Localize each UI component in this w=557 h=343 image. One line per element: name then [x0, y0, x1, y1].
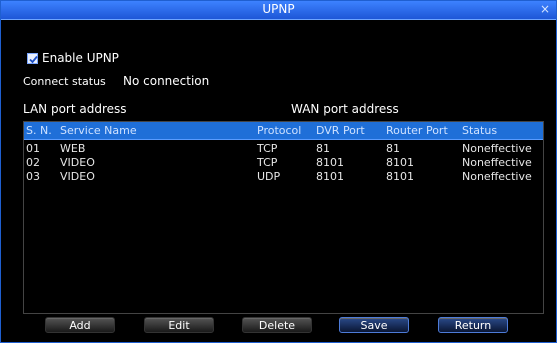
cell-service-name: VIDEO	[60, 156, 95, 169]
cell-dvr-port: 8101	[316, 170, 344, 183]
return-button[interactable]: Return	[438, 317, 508, 333]
add-button[interactable]: Add	[45, 317, 115, 333]
cell-protocol: UDP	[257, 170, 281, 183]
header-sn: S. N.	[26, 124, 52, 137]
upnp-port-table[interactable]: S. N. Service Name Protocol DVR Port Rou…	[23, 121, 544, 314]
cell-protocol: TCP	[257, 156, 278, 169]
connect-status-label: Connect status	[23, 75, 106, 88]
enable-upnp-checkbox[interactable]	[27, 53, 38, 64]
cell-sn: 02	[26, 156, 40, 169]
cell-router-port: 8101	[386, 156, 414, 169]
wan-port-address-heading: WAN port address	[291, 102, 399, 116]
connect-status-value: No connection	[123, 74, 210, 88]
enable-upnp-label: Enable UPNP	[42, 51, 119, 65]
cell-service-name: VIDEO	[60, 170, 95, 183]
close-icon[interactable]: ×	[538, 1, 552, 17]
upnp-dialog: UPNP × Enable UPNP Connect status No con…	[0, 0, 557, 343]
cell-router-port: 81	[386, 142, 400, 155]
header-router-port: Router Port	[386, 124, 448, 137]
header-service-name: Service Name	[60, 124, 137, 137]
checkmark-icon	[29, 55, 38, 64]
lan-port-address-heading: LAN port address	[23, 102, 127, 116]
table-header-row: S. N. Service Name Protocol DVR Port Rou…	[24, 122, 543, 140]
cell-status: Noneffective	[462, 170, 532, 183]
cell-service-name: WEB	[60, 142, 86, 155]
save-button[interactable]: Save	[339, 317, 409, 333]
cell-dvr-port: 81	[316, 142, 330, 155]
edit-button[interactable]: Edit	[144, 317, 214, 333]
header-protocol: Protocol	[257, 124, 302, 137]
header-status: Status	[462, 124, 498, 137]
cell-dvr-port: 8101	[316, 156, 344, 169]
table-row[interactable]: 03 VIDEO UDP 8101 8101 Noneffective	[24, 170, 543, 183]
cell-router-port: 8101	[386, 170, 414, 183]
cell-status: Noneffective	[462, 142, 532, 155]
table-row[interactable]: 02 VIDEO TCP 8101 8101 Noneffective	[24, 156, 543, 169]
header-dvr-port: DVR Port	[316, 124, 365, 137]
table-row[interactable]: 01 WEB TCP 81 81 Noneffective	[24, 142, 543, 155]
cell-status: Noneffective	[462, 156, 532, 169]
cell-sn: 01	[26, 142, 40, 155]
cell-protocol: TCP	[257, 142, 278, 155]
delete-button[interactable]: Delete	[242, 317, 312, 333]
window-title: UPNP	[262, 2, 295, 16]
title-bar[interactable]: UPNP ×	[1, 1, 556, 20]
cell-sn: 03	[26, 170, 40, 183]
